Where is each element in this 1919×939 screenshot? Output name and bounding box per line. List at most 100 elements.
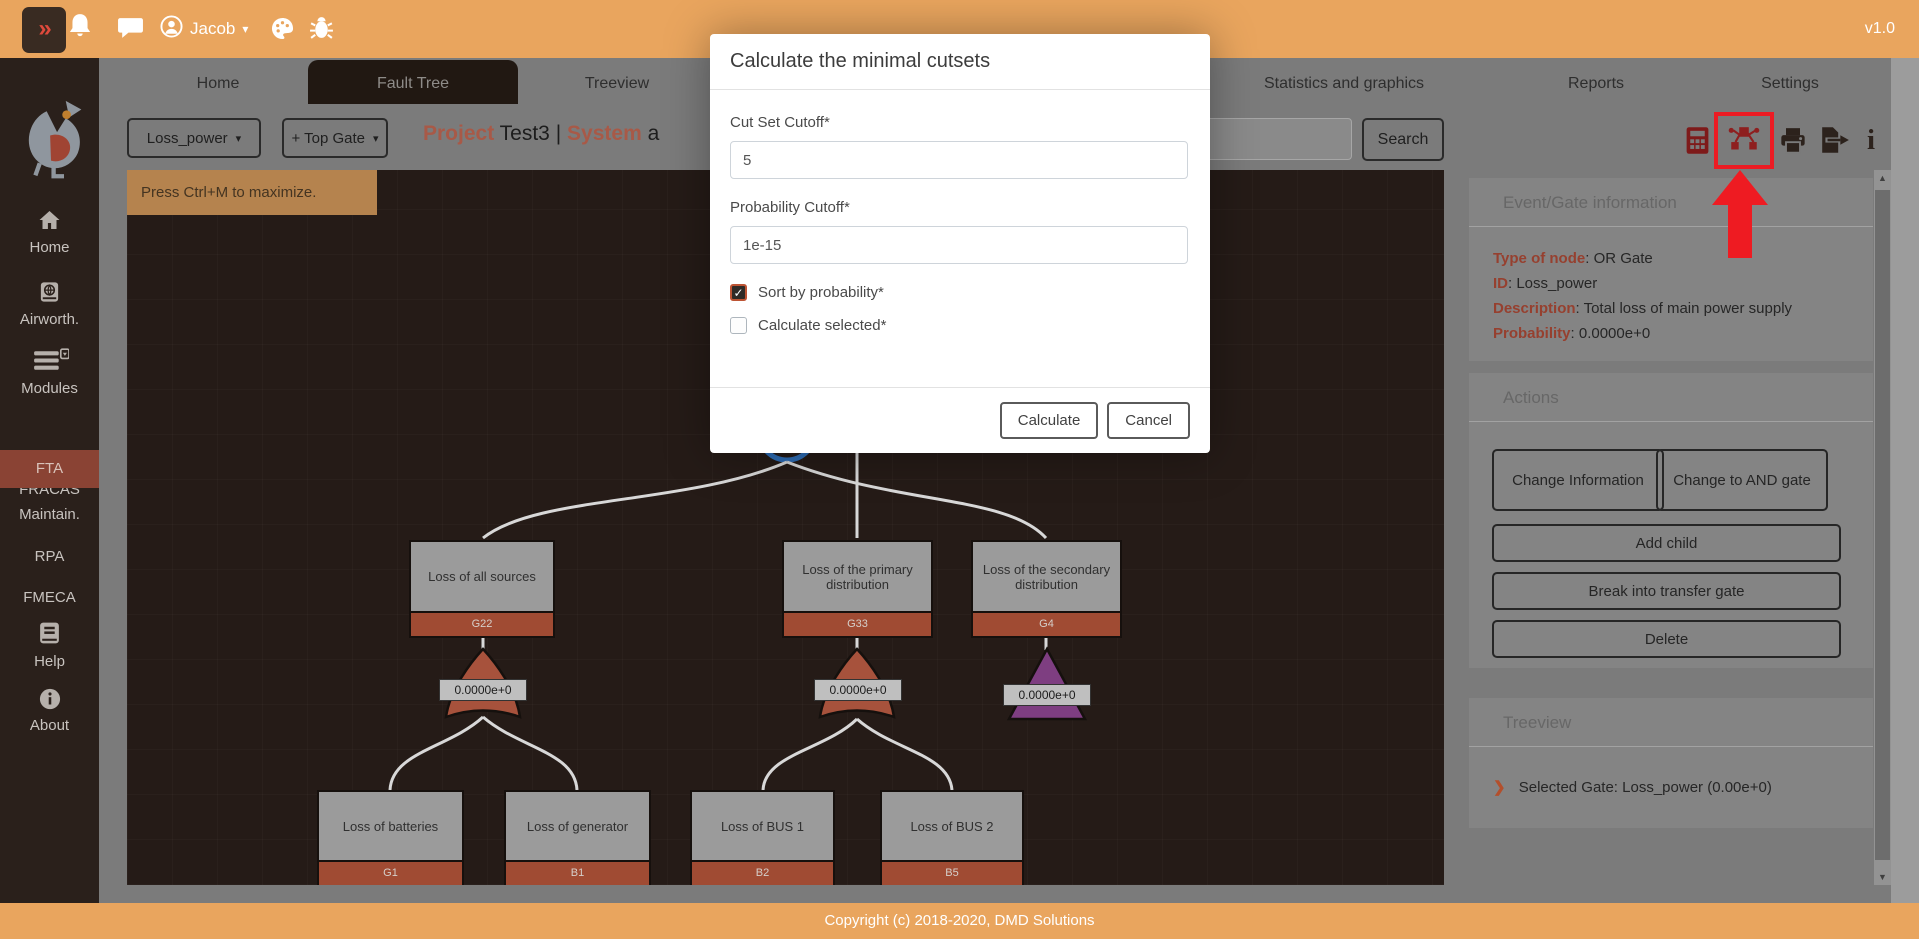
delete-button[interactable]: Delete <box>1492 620 1841 658</box>
sidebar-item-fmeca[interactable]: FMECA <box>0 586 99 606</box>
cut-set-cutoff-input[interactable] <box>730 141 1188 179</box>
info-rows: Type of nodeOR Gate IDLoss_power Descrip… <box>1493 246 1792 346</box>
gate-selector-value: Loss_power <box>147 130 228 147</box>
tab-settings[interactable]: Settings <box>1761 63 1819 104</box>
break-into-transfer-gate-button[interactable]: Break into transfer gate <box>1492 572 1841 610</box>
card-header: Event/Gate information <box>1469 178 1873 227</box>
tab-treeview[interactable]: Treeview <box>585 63 649 104</box>
sidebar: Home Airworth. Modules FRACAS FTA Mainta… <box>0 58 99 903</box>
window-edge-strip <box>1891 58 1919 903</box>
tree-node-g4[interactable]: Loss of the secondary distribution G4 <box>971 540 1122 638</box>
node-id: G4 <box>973 611 1120 636</box>
probability-cutoff-label: Probability Cutoff* <box>730 199 1190 216</box>
modules-menu-icon <box>30 360 69 377</box>
add-top-gate-dropdown[interactable]: + Top Gate ▾ <box>282 118 388 158</box>
node-label: Loss of BUS 2 <box>882 792 1022 860</box>
tab-fault-tree[interactable]: Fault Tree <box>377 63 449 104</box>
system-name: a <box>648 122 660 145</box>
modal-footer: Calculate Cancel <box>710 387 1210 453</box>
probability-cutoff-input[interactable] <box>730 226 1188 264</box>
card-header: Actions <box>1469 373 1873 422</box>
checkbox-label: Sort by probability* <box>758 284 884 301</box>
sidebar-item-label: Maintain. <box>0 506 99 523</box>
sidebar-item-modules[interactable]: Modules <box>0 348 99 397</box>
sort-by-probability-checkbox[interactable]: ✓ <box>730 284 747 301</box>
messages-chat-icon[interactable] <box>117 16 145 46</box>
card-header: Treeview <box>1469 698 1873 747</box>
scrollbar-thumb[interactable] <box>1875 190 1890 860</box>
sidebar-item-help[interactable]: Help <box>0 620 99 670</box>
sidebar-item-rpa[interactable]: RPA <box>0 545 99 565</box>
scroll-down-arrow[interactable]: ▼ <box>1874 869 1891 885</box>
node-label: Loss of all sources <box>411 542 553 611</box>
sidebar-item-about[interactable]: About <box>0 688 99 734</box>
node-id: B2 <box>692 860 833 885</box>
theme-palette-icon[interactable] <box>271 17 299 47</box>
bug-report-icon[interactable] <box>309 14 337 44</box>
calculate-selected-row[interactable]: Calculate selected* <box>730 317 1190 334</box>
gate-probability-label: 0.0000e+0 <box>1003 684 1091 706</box>
change-to-and-gate-button[interactable]: Change to AND gate <box>1656 449 1828 511</box>
node-id: B5 <box>882 860 1022 885</box>
add-child-button[interactable]: Add child <box>1492 524 1841 562</box>
sidebar-item-maintain[interactable]: Maintain. <box>0 503 99 523</box>
user-menu[interactable]: Jacob ▾ <box>160 0 248 58</box>
change-information-button[interactable]: Change Information <box>1492 449 1664 511</box>
node-label: Loss of batteries <box>319 792 462 860</box>
search-button[interactable]: Search <box>1362 118 1444 161</box>
tree-node-b1[interactable]: Loss of generator B1 <box>504 790 651 885</box>
tab-home[interactable]: Home <box>197 63 240 104</box>
sidebar-item-label: FTA <box>36 460 63 477</box>
chevron-right-icon: ❯ <box>1493 779 1506 796</box>
tree-node-g1[interactable]: Loss of batteries G1 <box>317 790 464 885</box>
notifications-bell-icon[interactable] <box>67 13 95 43</box>
tree-node-b2[interactable]: Loss of BUS 1 B2 <box>690 790 835 885</box>
app-version: v1.0 <box>1865 0 1895 58</box>
selected-gate-text: Selected Gate: Loss_power (0.00e+0) <box>1519 779 1772 796</box>
home-icon <box>37 219 62 236</box>
tree-node-g33[interactable]: Loss of the primary distribution G33 <box>782 540 933 638</box>
sidebar-item-label: Modules <box>0 380 99 397</box>
sidebar-item-fta[interactable]: FTA <box>0 450 99 488</box>
actions-card: Actions Change Information Change to AND… <box>1469 373 1873 668</box>
cancel-button[interactable]: Cancel <box>1107 402 1190 439</box>
gate-probability-label: 0.0000e+0 <box>814 679 902 701</box>
gate-selector-dropdown[interactable]: Loss_power ▾ <box>127 118 261 158</box>
sidebar-item-label: About <box>0 717 99 734</box>
treeview-card: Treeview ❯ Selected Gate: Loss_power (0.… <box>1469 698 1873 828</box>
sidebar-item-home[interactable]: Home <box>0 208 99 256</box>
project-name: Test3 <box>500 122 550 145</box>
modal-title: Calculate the minimal cutsets <box>710 34 1210 90</box>
info-row: Probability0.0000e+0 <box>1493 321 1792 346</box>
scroll-up-arrow[interactable]: ▲ <box>1874 170 1891 186</box>
caret-down-icon: ▾ <box>373 132 379 145</box>
sidebar-collapse-button[interactable]: » <box>22 7 66 53</box>
annotation-arrow-up <box>1708 170 1772 260</box>
tab-statistics-and-graphics[interactable]: Statistics and graphics <box>1264 63 1424 104</box>
tree-node-b5[interactable]: Loss of BUS 2 B5 <box>880 790 1024 885</box>
sort-by-probability-row[interactable]: ✓ Sort by probability* <box>730 284 1190 301</box>
app-window: » Jacob ▾ v1.0 <box>0 0 1919 939</box>
calculate-button[interactable]: Calculate <box>1000 402 1099 439</box>
user-name: Jacob <box>190 19 235 39</box>
info-row: DescriptionTotal loss of main power supp… <box>1493 296 1792 321</box>
info-row: IDLoss_power <box>1493 271 1792 296</box>
app-logo <box>12 93 90 190</box>
export-file-icon[interactable] <box>1819 126 1851 159</box>
node-id: B1 <box>506 860 649 885</box>
panel-scrollbar[interactable]: ▲ ▼ <box>1874 170 1891 885</box>
gate-probability-label: 0.0000e+0 <box>439 679 527 701</box>
treeview-selected-gate[interactable]: ❯ Selected Gate: Loss_power (0.00e+0) <box>1493 778 1772 796</box>
cut-set-cutoff-label: Cut Set Cutoff* <box>730 114 1190 131</box>
info-icon[interactable]: i <box>1863 124 1879 156</box>
sidebar-item-label: Airworth. <box>0 311 99 328</box>
sidebar-item-airworthiness[interactable]: Airworth. <box>0 280 99 328</box>
page-title: Project Test3 | System a <box>423 122 659 146</box>
sidebar-item-label: RPA <box>0 548 99 565</box>
tab-reports[interactable]: Reports <box>1568 63 1624 104</box>
sidebar-item-label: FMECA <box>0 589 99 606</box>
calculate-selected-checkbox[interactable] <box>730 317 747 334</box>
tree-node-g22[interactable]: Loss of all sources G22 <box>409 540 555 638</box>
print-icon[interactable] <box>1779 127 1807 160</box>
calculator-icon[interactable] <box>1683 126 1712 160</box>
